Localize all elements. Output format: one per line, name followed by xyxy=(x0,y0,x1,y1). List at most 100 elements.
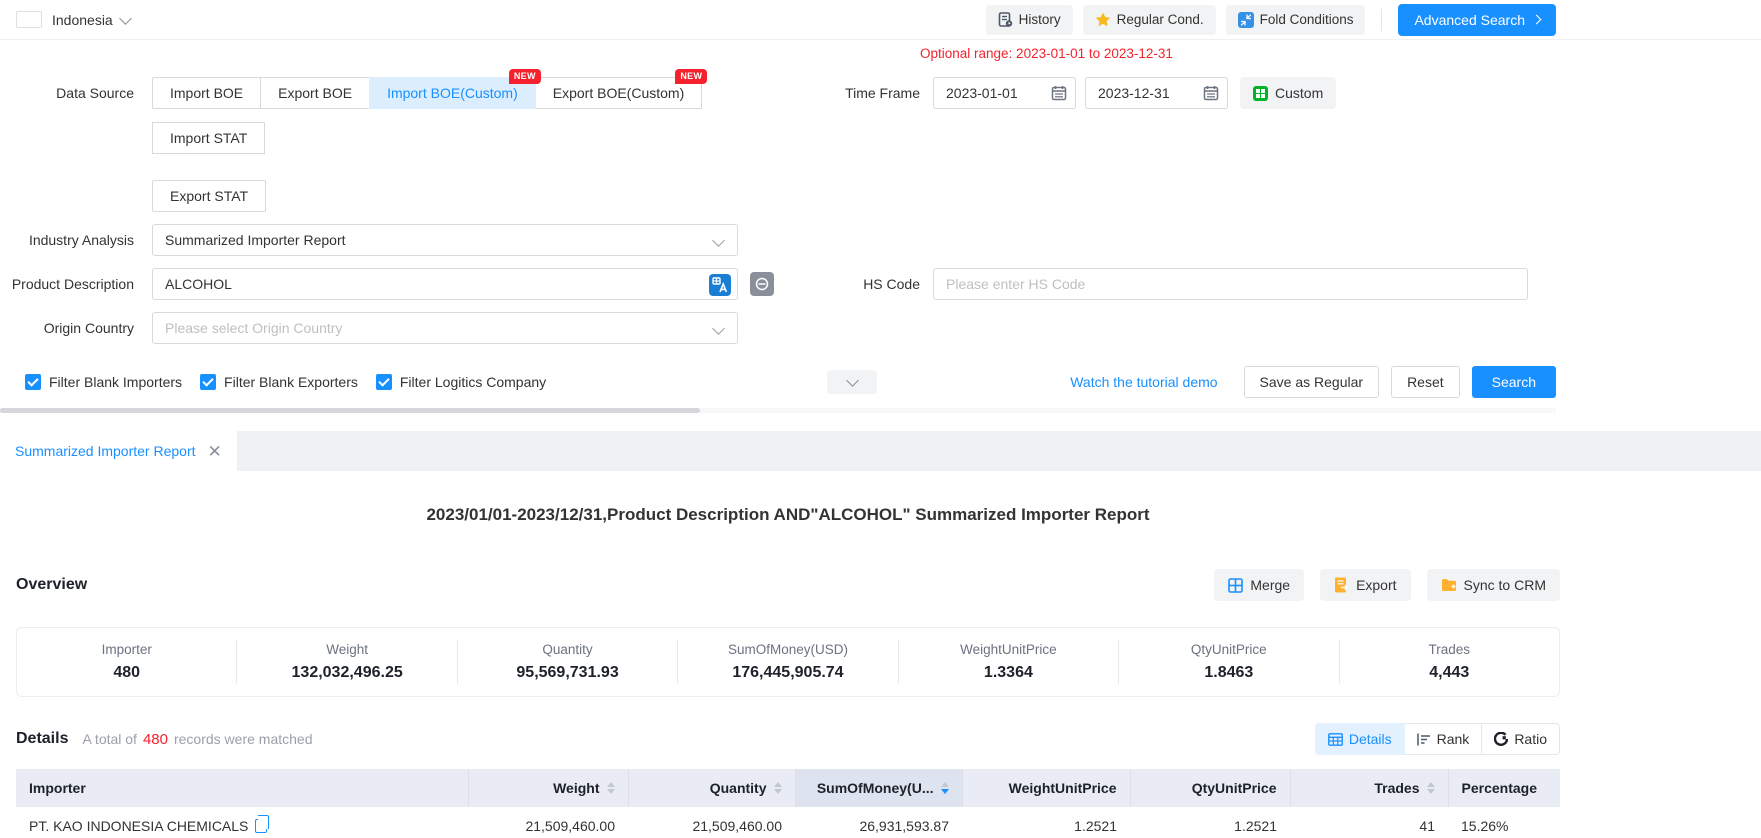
stat-weight: Weight 132,032,496.25 xyxy=(236,640,456,684)
history-button[interactable]: History xyxy=(986,5,1073,35)
new-badge: NEW xyxy=(509,69,541,84)
col-trades[interactable]: Trades xyxy=(1290,769,1448,807)
col-qty-unit-price: QtyUnitPrice xyxy=(1130,769,1290,807)
chevron-down-icon xyxy=(712,322,725,335)
reset-button[interactable]: Reset xyxy=(1391,366,1460,398)
chevron-right-icon xyxy=(1532,15,1542,25)
origin-country-label: Origin Country xyxy=(0,312,152,344)
stat-weight-unit-price: WeightUnitPrice 1.3364 xyxy=(898,640,1118,684)
overview-heading: Overview xyxy=(16,576,87,594)
filter-blank-exporters-checkbox[interactable]: Filter Blank Exporters xyxy=(200,374,358,390)
date-from-field[interactable] xyxy=(933,77,1076,109)
calendar-icon xyxy=(1051,85,1067,101)
filter-blank-importers-checkbox[interactable]: Filter Blank Importers xyxy=(25,374,182,390)
custom-range-button[interactable]: Custom xyxy=(1240,77,1336,109)
col-quantity[interactable]: Quantity xyxy=(628,769,795,807)
sort-desc-icon[interactable] xyxy=(941,782,949,794)
top-bar: Indonesia History Regular Cond. Fold Con… xyxy=(0,0,1761,40)
product-description-field[interactable] xyxy=(152,268,738,300)
advanced-search-button[interactable]: Advanced Search xyxy=(1398,4,1556,36)
date-to-input[interactable] xyxy=(1098,85,1197,101)
product-description-input[interactable] xyxy=(165,276,703,292)
tab-summarized-importer-report[interactable]: Summarized Importer Report ✕ xyxy=(0,431,237,471)
view-details-button[interactable]: Details xyxy=(1315,723,1405,755)
stat-trades: Trades 4,443 xyxy=(1339,640,1559,684)
stat-quantity: Quantity 95,569,731.93 xyxy=(457,640,677,684)
table-icon xyxy=(1328,733,1343,746)
sort-icon[interactable] xyxy=(1427,782,1435,794)
chevron-down-icon[interactable] xyxy=(119,12,132,25)
translate-icon[interactable] xyxy=(709,274,731,296)
collapse-form-button[interactable] xyxy=(827,370,877,394)
calendar-icon xyxy=(1203,85,1219,101)
horizontal-scrollbar[interactable] xyxy=(0,408,1556,413)
close-icon[interactable]: ✕ xyxy=(208,443,222,460)
report-title: 2023/01/01-2023/12/31,Product Descriptio… xyxy=(16,505,1560,525)
star-icon xyxy=(1095,12,1111,27)
industry-analysis-label: Industry Analysis xyxy=(0,224,152,256)
tab-export-boe[interactable]: Export BOE xyxy=(260,77,370,109)
scrollbar-thumb[interactable] xyxy=(0,408,700,413)
match-suffix: records were matched xyxy=(174,731,313,747)
export-button[interactable]: Export xyxy=(1320,569,1410,601)
history-icon xyxy=(998,12,1013,27)
date-to-field[interactable] xyxy=(1085,77,1228,109)
col-weight[interactable]: Weight xyxy=(468,769,628,807)
checkbox-checked-icon xyxy=(376,374,392,390)
fold-icon xyxy=(1238,12,1254,28)
cell-percentage: 15.26% xyxy=(1448,807,1560,838)
merge-button[interactable]: Merge xyxy=(1214,569,1304,601)
sort-icon[interactable] xyxy=(607,782,615,794)
stat-sum-of-money: SumOfMoney(USD) 176,445,905.74 xyxy=(677,640,897,684)
folder-sync-icon xyxy=(1441,578,1457,592)
result-tab-bar: Summarized Importer Report ✕ xyxy=(0,431,1761,471)
search-form: Optional range: 2023-01-01 to 2023-12-31… xyxy=(0,40,1761,427)
origin-country-select[interactable]: Please select Origin Country xyxy=(152,312,738,344)
tutorial-demo-link[interactable]: Watch the tutorial demo xyxy=(1070,374,1217,390)
cell-weight: 21,509,460.00 xyxy=(468,807,628,838)
save-as-regular-button[interactable]: Save as Regular xyxy=(1244,366,1380,398)
tab-import-stat[interactable]: Import STAT xyxy=(152,122,265,154)
chevron-down-icon xyxy=(846,374,859,387)
stat-importer: Importer 480 xyxy=(17,640,236,684)
indonesia-flag-icon xyxy=(16,11,42,28)
checkbox-checked-icon xyxy=(200,374,216,390)
match-prefix: A total of xyxy=(82,731,136,747)
optional-range-hint: Optional range: 2023-01-01 to 2023-12-31 xyxy=(920,44,1556,64)
divider xyxy=(1381,9,1382,31)
cell-weight-unit-price: 1.2521 xyxy=(962,807,1130,838)
tab-import-boe[interactable]: Import BOE xyxy=(152,77,261,109)
view-rank-button[interactable]: Rank xyxy=(1404,723,1483,755)
sync-to-crm-button[interactable]: Sync to CRM xyxy=(1427,569,1560,601)
cell-quantity: 21,509,460.00 xyxy=(628,807,795,838)
hs-code-input[interactable] xyxy=(946,276,1515,292)
hs-code-field[interactable] xyxy=(933,268,1528,300)
view-ratio-button[interactable]: Ratio xyxy=(1481,723,1560,755)
exact-match-icon[interactable] xyxy=(750,272,774,296)
details-table: Importer Weight Quantity SumOfMoney(U...… xyxy=(16,769,1560,838)
date-from-input[interactable] xyxy=(946,85,1045,101)
col-percentage: Percentage xyxy=(1448,769,1560,807)
table-header-row: Importer Weight Quantity SumOfMoney(U...… xyxy=(16,769,1560,807)
tab-export-stat[interactable]: Export STAT xyxy=(152,180,266,212)
industry-analysis-select[interactable]: Summarized Importer Report xyxy=(152,224,738,256)
data-source-tabs: Import BOE Export BOE Import BOE(Custom)… xyxy=(152,77,752,212)
checkbox-checked-icon xyxy=(25,374,41,390)
time-frame-label: Time Frame xyxy=(790,85,933,101)
search-button[interactable]: Search xyxy=(1472,366,1556,398)
copy-icon[interactable] xyxy=(255,819,267,833)
country-selector-label[interactable]: Indonesia xyxy=(52,12,113,28)
cell-trades: 41 xyxy=(1290,807,1448,838)
fold-conditions-button[interactable]: Fold Conditions xyxy=(1226,5,1366,35)
importer-name-link[interactable]: PT. KAO INDONESIA CHEMICALS xyxy=(29,818,248,834)
sort-icon[interactable] xyxy=(774,782,782,794)
cell-qty-unit-price: 1.2521 xyxy=(1130,807,1290,838)
filter-logitics-company-checkbox[interactable]: Filter Logitics Company xyxy=(376,374,546,390)
tab-import-boe-custom[interactable]: Import BOE(Custom) NEW xyxy=(369,77,536,109)
regular-cond-button[interactable]: Regular Cond. xyxy=(1083,5,1216,35)
col-importer: Importer xyxy=(16,769,468,807)
col-sum-of-money[interactable]: SumOfMoney(U... xyxy=(795,769,962,807)
tab-export-boe-custom[interactable]: Export BOE(Custom) NEW xyxy=(535,77,702,109)
col-weight-unit-price: WeightUnitPrice xyxy=(962,769,1130,807)
new-badge: NEW xyxy=(675,69,707,84)
